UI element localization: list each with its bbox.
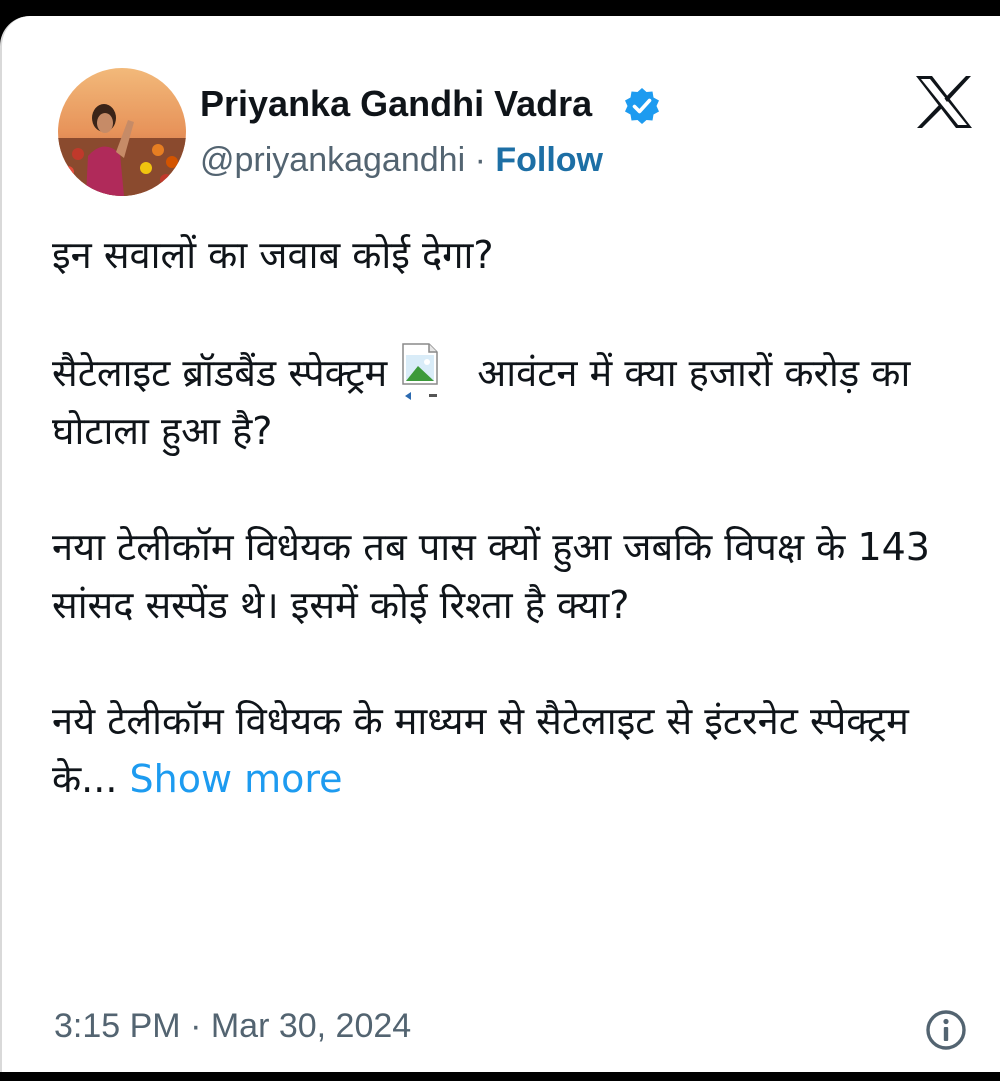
screen-bottom-bar: [0, 1072, 1000, 1081]
author-handle-row: @priyankagandhi · Follow: [200, 138, 603, 182]
post-timestamp[interactable]: 3:15 PM · Mar 30, 2024: [54, 1004, 411, 1048]
broken-image-icon: [402, 343, 439, 400]
info-icon[interactable]: [924, 1008, 968, 1052]
follow-link[interactable]: Follow: [495, 141, 603, 179]
post-paragraph-4: नये टेलीकॉम विधेयक के माध्यम से सैटेलाइट…: [52, 692, 982, 808]
post-paragraph-1: इन सवालों का जवाब कोई देगा?: [52, 233, 494, 277]
author-avatar[interactable]: [58, 68, 186, 196]
author-handle[interactable]: @priyankagandhi: [200, 141, 465, 179]
show-more-link[interactable]: Show more: [130, 757, 343, 801]
post-paragraph-2: सैटेलाइट ब्रॉडबैंड स्पेक्ट्रम आवंटन में …: [52, 342, 982, 460]
post-card[interactable]: Priyanka Gandhi Vadra @priyankagandhi · …: [0, 16, 1000, 1072]
post-paragraph-2-start: सैटेलाइट ब्रॉडबैंड स्पेक्ट्रम: [52, 351, 388, 395]
post-body: इन सवालों का जवाब कोई देगा? सैटेलाइट ब्र…: [52, 226, 982, 808]
screen-top-bar: [0, 0, 1000, 16]
x-logo-icon[interactable]: [914, 74, 974, 130]
handle-separator: ·: [465, 141, 496, 179]
verified-badge-icon: [625, 88, 659, 124]
post-paragraph-3: नया टेलीकॉम विधेयक तब पास क्यों हुआ जबकि…: [52, 525, 930, 627]
author-name[interactable]: Priyanka Gandhi Vadra: [200, 82, 592, 126]
